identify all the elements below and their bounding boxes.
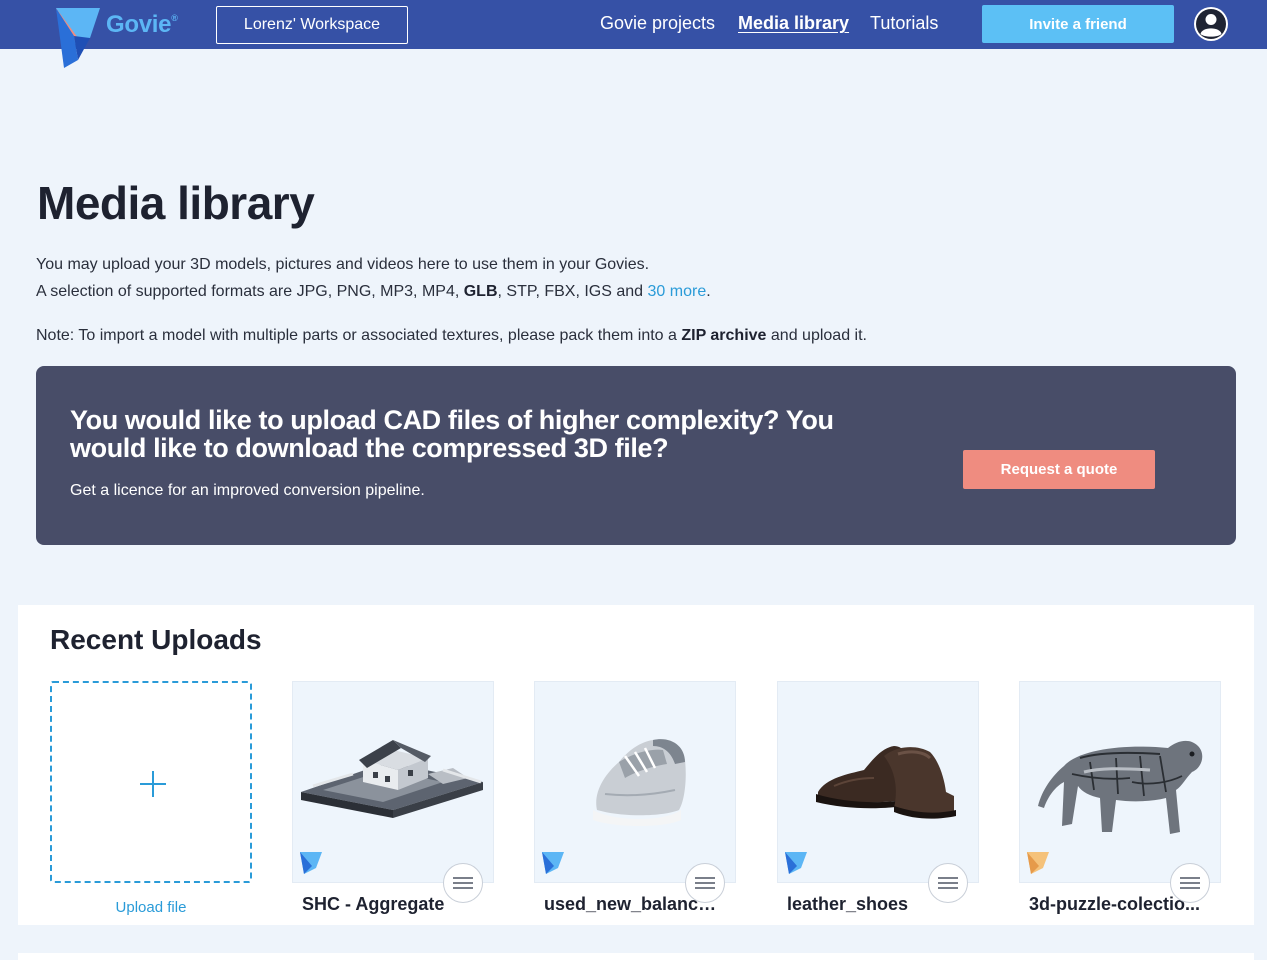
nav-media-library[interactable]: Media library	[738, 13, 849, 34]
banner-subtitle: Get a licence for an improved conversion…	[70, 482, 425, 499]
upload-card[interactable]: leather_shoes	[777, 681, 979, 914]
workspace-switcher-button[interactable]: Lorenz' Workspace	[216, 6, 408, 44]
nav-govie-projects[interactable]: Govie projects	[600, 13, 715, 34]
next-section-edge	[18, 953, 1254, 960]
card-menu-button[interactable]	[443, 863, 483, 903]
tiger-model-icon	[1038, 740, 1203, 834]
upload-thumbnail[interactable]	[1019, 681, 1221, 903]
upload-card[interactable]: SHC - Aggregate	[292, 681, 494, 914]
user-avatar-icon[interactable]	[1193, 6, 1229, 42]
menu-icon	[453, 877, 473, 879]
upload-card[interactable]: used_new_balance_...	[534, 681, 736, 914]
more-formats-link[interactable]: 30 more	[648, 283, 707, 300]
sneaker-model-icon	[593, 739, 686, 826]
card-menu-button[interactable]	[685, 863, 725, 903]
menu-icon	[695, 877, 715, 879]
invite-friend-button[interactable]: Invite a friend	[982, 5, 1174, 43]
banner-title: You would like to upload CAD files of hi…	[70, 405, 834, 463]
upload-thumbnail[interactable]	[292, 681, 494, 903]
blue-model-badge-icon	[300, 852, 322, 874]
formats-text: A selection of supported formats are JPG…	[36, 283, 711, 300]
card-menu-button[interactable]	[928, 863, 968, 903]
orange-model-badge-icon	[1027, 852, 1049, 874]
brand-name[interactable]: Govie®	[106, 11, 178, 39]
house-model-icon	[301, 740, 483, 818]
upload-file-link[interactable]: Upload file	[50, 899, 252, 916]
card-menu-button[interactable]	[1170, 863, 1210, 903]
upload-thumbnail[interactable]	[777, 681, 979, 903]
govie-logo-icon[interactable]	[54, 6, 102, 70]
licence-banner: You would like to upload CAD files of hi…	[36, 366, 1236, 545]
nav-tutorials[interactable]: Tutorials	[870, 13, 938, 34]
menu-icon	[1180, 877, 1200, 879]
recent-uploads-panel: Recent Uploads Upload file SHC - Aggrega…	[18, 605, 1254, 925]
upload-card[interactable]: 3d-puzzle-colectio...	[1019, 681, 1221, 914]
blue-model-badge-icon	[542, 852, 564, 874]
zip-note-text: Note: To import a model with multiple pa…	[36, 327, 867, 344]
request-quote-button[interactable]: Request a quote	[963, 450, 1155, 489]
plus-icon	[140, 771, 166, 797]
page-title: Media library	[37, 177, 315, 229]
upload-thumbnail[interactable]	[534, 681, 736, 903]
menu-icon	[938, 877, 958, 879]
leather-shoe-model-icon	[816, 746, 956, 819]
upload-file-tile[interactable]	[50, 681, 252, 883]
recent-uploads-title: Recent Uploads	[50, 624, 262, 655]
blue-model-badge-icon	[785, 852, 807, 874]
intro-text: You may upload your 3D models, pictures …	[36, 256, 650, 273]
